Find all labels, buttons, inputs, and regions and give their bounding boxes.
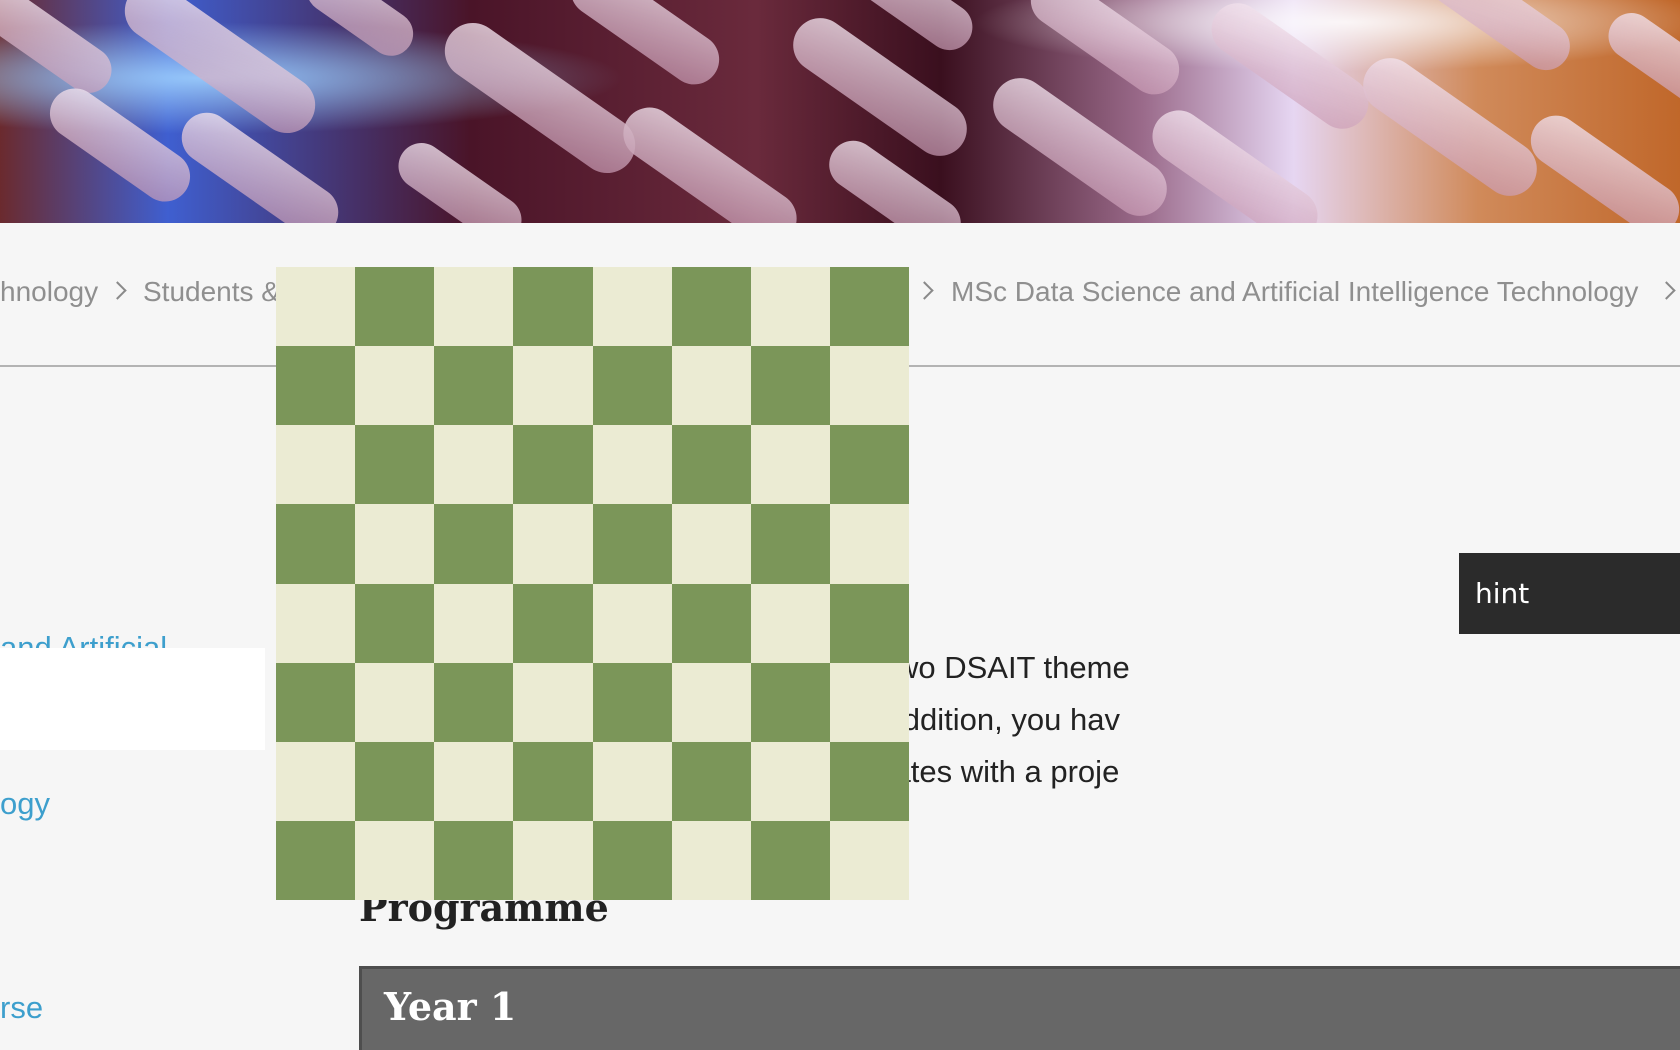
chevron-right-icon	[915, 281, 934, 300]
board-square[interactable]	[592, 820, 672, 900]
board-square[interactable]	[434, 583, 514, 663]
board-square[interactable]	[355, 346, 435, 426]
year-1-accordion[interactable]: Year 1	[359, 966, 1680, 1050]
board-square[interactable]	[750, 583, 830, 663]
board-square[interactable]	[434, 504, 514, 584]
hero-pattern	[0, 0, 1680, 223]
checkerboard[interactable]	[276, 267, 909, 900]
board-square[interactable]	[750, 820, 830, 900]
board-square[interactable]	[276, 425, 356, 505]
board-square[interactable]	[355, 583, 435, 663]
year-label: Year 1	[384, 984, 517, 1029]
board-square[interactable]	[276, 504, 356, 584]
board-square[interactable]	[592, 425, 672, 505]
board-square[interactable]	[276, 741, 356, 821]
board-square[interactable]	[829, 346, 909, 426]
board-square[interactable]	[513, 346, 593, 426]
sidebar-link-course[interactable]: rse	[0, 982, 43, 1034]
board-square[interactable]	[829, 662, 909, 742]
board-square[interactable]	[592, 267, 672, 347]
board-square[interactable]	[355, 425, 435, 505]
breadcrumb-item[interactable]: hnology	[0, 274, 98, 310]
board-square[interactable]	[276, 662, 356, 742]
board-square[interactable]	[434, 662, 514, 742]
board-square[interactable]	[829, 741, 909, 821]
board-square[interactable]	[829, 583, 909, 663]
board-square[interactable]	[750, 741, 830, 821]
board-square[interactable]	[829, 425, 909, 505]
board-square[interactable]	[434, 425, 514, 505]
board-square[interactable]	[513, 425, 593, 505]
board-square[interactable]	[355, 820, 435, 900]
board-square[interactable]	[513, 662, 593, 742]
board-square[interactable]	[434, 267, 514, 347]
board-square[interactable]	[513, 820, 593, 900]
sidebar-active-item[interactable]	[0, 648, 265, 750]
board-square[interactable]	[750, 346, 830, 426]
board-square[interactable]	[671, 741, 751, 821]
board-square[interactable]	[750, 504, 830, 584]
board-square[interactable]	[513, 741, 593, 821]
page: hnology Students & MSc Data Science and …	[0, 0, 1680, 1050]
board-square[interactable]	[671, 346, 751, 426]
board-square[interactable]	[276, 583, 356, 663]
board-square[interactable]	[829, 504, 909, 584]
hero-banner	[0, 0, 1680, 223]
board-square[interactable]	[750, 267, 830, 347]
board-square[interactable]	[750, 425, 830, 505]
board-square[interactable]	[513, 267, 593, 347]
board-square[interactable]	[276, 820, 356, 900]
breadcrumb-item-current[interactable]: MSc Data Science and Artificial Intellig…	[951, 274, 1638, 310]
sidebar-link-line: ogy	[0, 786, 50, 821]
board-square[interactable]	[671, 504, 751, 584]
board-square[interactable]	[513, 583, 593, 663]
board-square[interactable]	[671, 583, 751, 663]
board-square[interactable]	[434, 820, 514, 900]
board-square[interactable]	[592, 583, 672, 663]
board-square[interactable]	[671, 267, 751, 347]
board-square[interactable]	[434, 741, 514, 821]
board-square[interactable]	[671, 425, 751, 505]
board-square[interactable]	[355, 662, 435, 742]
board-square[interactable]	[513, 504, 593, 584]
board-square[interactable]	[592, 346, 672, 426]
board-square[interactable]	[592, 662, 672, 742]
board-square[interactable]	[592, 741, 672, 821]
board-square[interactable]	[592, 504, 672, 584]
chevron-right-icon	[108, 281, 127, 300]
board-square[interactable]	[829, 820, 909, 900]
board-square[interactable]	[671, 662, 751, 742]
board-square[interactable]	[434, 346, 514, 426]
chevron-right-icon	[1657, 281, 1676, 300]
board-square[interactable]	[276, 346, 356, 426]
board-square[interactable]	[355, 504, 435, 584]
board-square[interactable]	[276, 267, 356, 347]
board-square[interactable]	[829, 267, 909, 347]
hint-tooltip[interactable]: hint	[1459, 553, 1680, 634]
board-square[interactable]	[671, 820, 751, 900]
board-square[interactable]	[355, 267, 435, 347]
board-square[interactable]	[750, 662, 830, 742]
breadcrumb-item[interactable]: Students &	[143, 274, 280, 310]
board-square[interactable]	[355, 741, 435, 821]
